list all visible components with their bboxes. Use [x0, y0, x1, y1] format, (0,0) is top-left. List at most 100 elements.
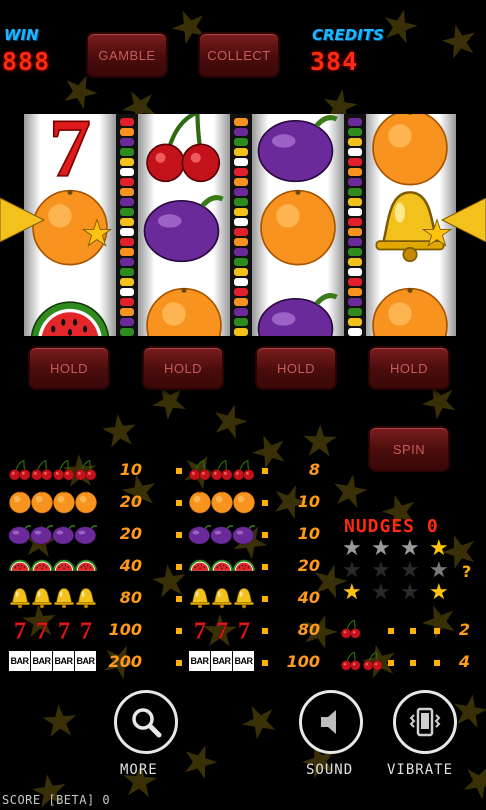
nudges-label: NUDGES [344, 516, 416, 537]
plum-icon [257, 115, 338, 183]
nudge-mystery: ? [462, 562, 472, 581]
paytable-dot [176, 596, 182, 602]
nudges-value: 0 [426, 516, 439, 537]
plum-icon [210, 525, 234, 545]
reel-symbol [368, 114, 452, 192]
vibrate-icon [409, 707, 441, 737]
reel-symbol [28, 282, 112, 336]
paytable-right-value: 100 [286, 652, 320, 671]
background-star: ★ [450, 749, 486, 810]
bar-icon: BAR [8, 650, 31, 672]
nudge-star-icon: ★ [429, 558, 449, 583]
nudge-star-icon: ★ [400, 536, 420, 561]
score-footer: SCORE [BETA] 0 [2, 793, 111, 807]
paytable-symbol [188, 490, 212, 518]
cherry-pay-value: 2 [458, 620, 470, 639]
hold-button-3[interactable]: HOLD [255, 346, 337, 390]
seven-icon: 7 [194, 618, 206, 644]
reel-symbol: 7 [28, 114, 112, 196]
paytable-symbol [232, 522, 256, 550]
reel-symbol [256, 184, 340, 272]
vibrate-button[interactable] [393, 690, 457, 754]
reel-2 [138, 114, 230, 336]
paytable-symbol [30, 522, 54, 550]
credits-display: 384 [310, 47, 359, 76]
nudge-star-icon: ★ [429, 536, 449, 561]
background-star: ★ [203, 391, 256, 452]
nudges-display: NUDGES 0 [344, 516, 439, 537]
plum-icon [143, 195, 224, 263]
bar-icon: BAR [52, 650, 75, 672]
paytable-symbol [8, 522, 32, 550]
paytable-left-value: 80 [119, 588, 142, 607]
paytable-symbol [8, 554, 32, 582]
paytable-right-value: 10 [297, 492, 320, 511]
paytable-symbol [210, 586, 234, 614]
bar-icon: BAR [188, 650, 211, 672]
hold-button-2[interactable]: HOLD [142, 346, 224, 390]
paytable-symbol [52, 522, 76, 550]
paytable-right-value: 20 [297, 556, 320, 575]
orange-icon [372, 287, 448, 336]
paytable-symbol [232, 586, 256, 614]
plum-icon [257, 293, 338, 336]
svg-text:7: 7 [238, 619, 250, 642]
paytable-symbol [8, 586, 32, 614]
seven-icon: 7 [238, 618, 250, 644]
cherry-pay-value: 4 [458, 652, 470, 671]
seven-icon: 7 [36, 618, 48, 644]
plum-icon [232, 525, 256, 545]
nudge-star-icon: ★ [400, 558, 420, 583]
orange-icon [233, 491, 255, 514]
left-winline-arrow [0, 197, 46, 243]
paytable-symbol: 7 [210, 618, 234, 646]
paytable-right-value: 10 [297, 524, 320, 543]
paytable-symbol [30, 554, 54, 582]
bell-icon [10, 588, 30, 609]
paytable-dot [388, 628, 394, 634]
seven-icon: 7 [58, 618, 70, 644]
paytable-right-value: 8 [308, 460, 320, 479]
seven-icon: 7 [216, 618, 228, 644]
collect-button[interactable]: COLLECT [198, 32, 280, 78]
svg-text:7: 7 [36, 619, 48, 642]
bar-icon: BAR [232, 650, 255, 672]
paytable-symbol [30, 586, 54, 614]
bell-icon [234, 588, 254, 609]
paytable-symbol [210, 522, 234, 550]
seven-icon: 7 [14, 618, 26, 644]
svg-text:7: 7 [14, 619, 26, 642]
right-winline-arrow [440, 197, 486, 243]
sound-label: SOUND [306, 762, 354, 778]
paytable-symbol [362, 650, 384, 676]
orange-icon [9, 491, 31, 514]
reel-symbol [142, 282, 226, 336]
hold-button-4[interactable]: HOLD [368, 346, 450, 390]
sound-button[interactable] [299, 690, 363, 754]
reel-symbol [256, 114, 340, 192]
gamble-button[interactable]: GAMBLE [86, 32, 168, 78]
plum-icon [30, 525, 54, 545]
reel-divider-strip [344, 114, 366, 336]
paytable-symbol [232, 490, 256, 518]
svg-text:7: 7 [194, 619, 206, 642]
nudge-star-marker [81, 218, 113, 252]
seven-icon: 7 [48, 114, 92, 196]
cherries-icon [146, 114, 221, 183]
watermelon-icon [232, 559, 256, 572]
paytable-dot [176, 628, 182, 634]
paytable-right-value: 80 [297, 620, 320, 639]
reel-symbol [142, 114, 226, 192]
cherries-icon [9, 459, 31, 481]
svg-text:7: 7 [49, 114, 91, 188]
cherries-icon [211, 459, 233, 481]
paytable-symbol [8, 458, 32, 486]
paytable-left-value: 20 [119, 524, 142, 543]
paytable-dot [176, 660, 182, 666]
hold-button-1[interactable]: HOLD [28, 346, 110, 390]
orange-icon [31, 491, 53, 514]
more-button[interactable] [114, 690, 178, 754]
more-label: MORE [120, 762, 158, 778]
cherries-icon [341, 651, 361, 671]
spin-button[interactable]: SPIN [368, 426, 450, 472]
